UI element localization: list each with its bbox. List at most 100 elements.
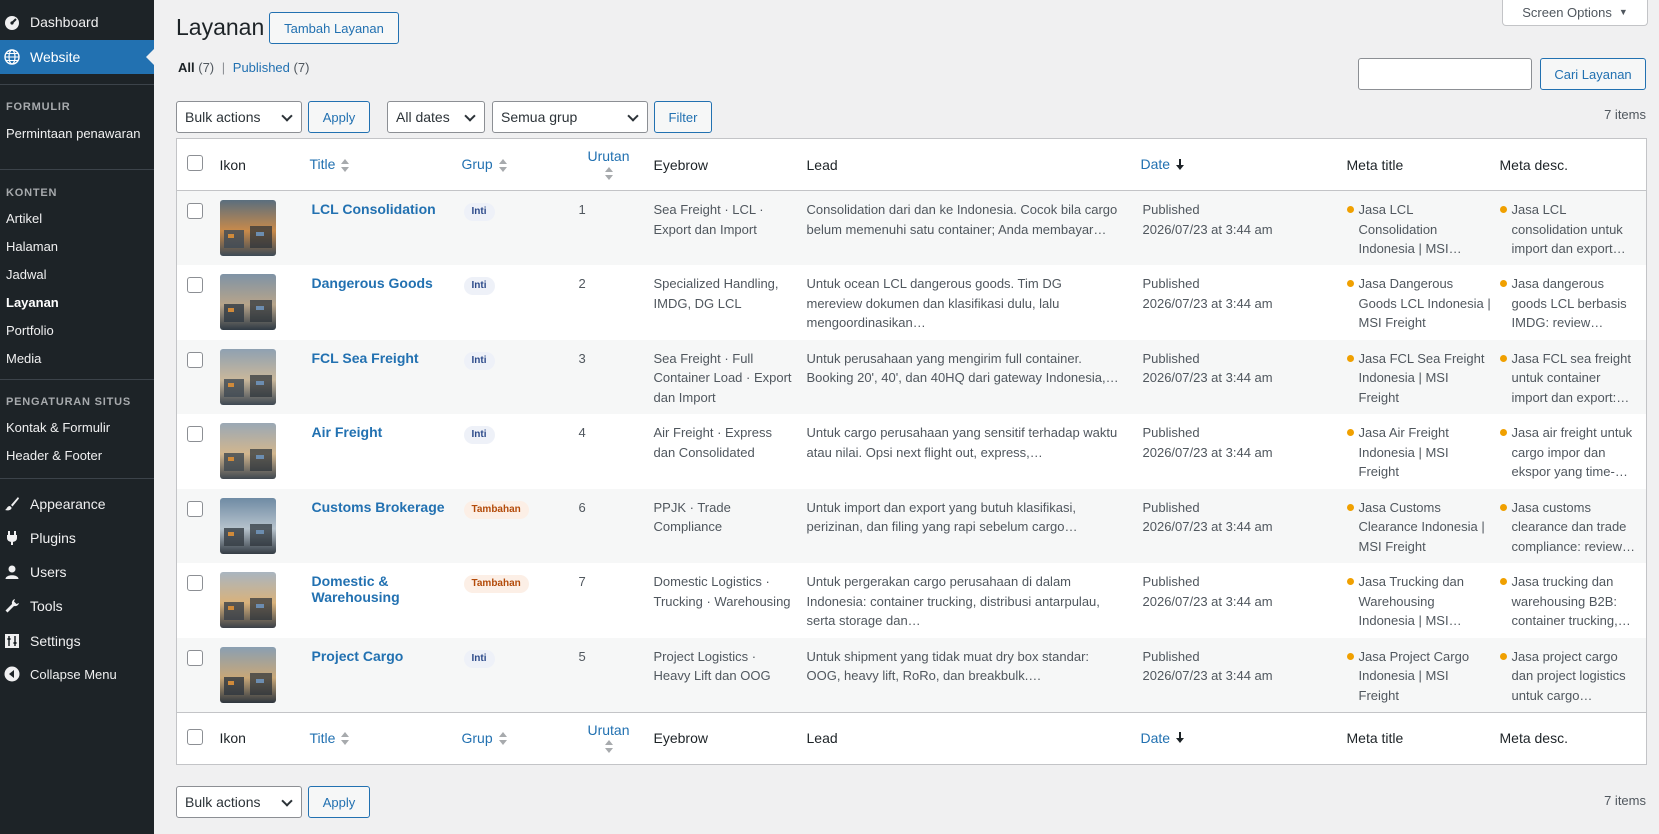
row-title-link[interactable]: Dangerous Goods xyxy=(310,275,462,291)
sidebar-item-artikel[interactable]: Artikel xyxy=(6,210,146,228)
column-title[interactable]: Title xyxy=(309,711,462,764)
admin-sidebar: Dashboard Website FORMULIR Permintaan pe… xyxy=(0,0,154,834)
menu-tools[interactable]: Tools xyxy=(0,589,154,623)
column-grup[interactable]: Grup xyxy=(461,138,572,191)
select-all-checkbox[interactable] xyxy=(187,155,203,171)
row-title-link[interactable]: Air Freight xyxy=(310,424,462,440)
column-date-link[interactable]: Date xyxy=(1141,156,1171,172)
column-urutan[interactable]: Urutan xyxy=(571,138,646,191)
table-row: FCL Sea Freight Inti 3 Sea Freight · Full C… xyxy=(176,339,1647,415)
column-grup-link[interactable]: Grup xyxy=(462,156,493,172)
bulk-actions-value: Bulk actions xyxy=(185,794,261,810)
add-layanan-button[interactable]: Tambah Layanan xyxy=(269,12,399,44)
date-cell: Published 2026/07/23 at 3:44 am xyxy=(1141,340,1347,415)
service-thumbnail-image xyxy=(219,423,276,479)
menu-plugins[interactable]: Plugins xyxy=(0,521,154,555)
column-urutan-link[interactable]: Urutan xyxy=(587,722,629,738)
row-title-link[interactable]: LCL Consolidation xyxy=(310,201,462,217)
menu-divider xyxy=(0,169,154,170)
post-status: Published xyxy=(1142,276,1200,291)
section-pengaturan: PENGATURAN SITUS xyxy=(6,396,132,408)
meta-desc-cell: Jasa LCL consolidation untuk import dan … xyxy=(1499,191,1647,266)
ikon-cell xyxy=(219,340,310,415)
date-cell: Published 2026/07/23 at 3:44 am xyxy=(1141,414,1347,489)
menu-appearance-label: Appearance xyxy=(30,496,106,512)
search-layanan-button[interactable]: Cari Layanan xyxy=(1540,58,1646,90)
column-grup[interactable]: Grup xyxy=(461,711,572,764)
dates-select-value: All dates xyxy=(396,109,450,125)
service-thumbnail-image xyxy=(219,274,276,330)
column-grup-link[interactable]: Grup xyxy=(462,730,493,746)
row-checkbox[interactable] xyxy=(187,649,203,666)
sort-desc-icon xyxy=(1176,158,1185,173)
menu-settings[interactable]: Settings xyxy=(0,624,154,658)
menu-website[interactable]: Website xyxy=(0,40,154,74)
menu-dashboard[interactable]: Dashboard xyxy=(0,5,154,39)
menu-plugins-label: Plugins xyxy=(30,530,76,546)
sidebar-item-media[interactable]: Media xyxy=(6,350,146,368)
table-row: Project Cargo Inti 5 Project Logistics · He… xyxy=(176,637,1647,713)
column-eyebrow: Eyebrow xyxy=(645,711,799,764)
sidebar-item-layanan[interactable]: Layanan xyxy=(6,294,146,312)
row-checkbox-cell xyxy=(177,563,220,638)
filter-all-link[interactable]: All xyxy=(178,60,195,75)
bulk-actions-select-bottom[interactable]: Bulk actions xyxy=(176,786,302,818)
group-select[interactable]: Semua grup xyxy=(492,101,648,133)
row-checkbox[interactable] xyxy=(187,500,203,517)
column-date[interactable]: Date xyxy=(1140,711,1347,764)
sidebar-item-portfolio[interactable]: Portfolio xyxy=(6,322,146,340)
search-input[interactable] xyxy=(1358,58,1532,90)
row-checkbox[interactable] xyxy=(187,203,203,219)
meta-title-cell: Jasa Trucking dan Warehousing Indonesia … xyxy=(1346,563,1500,638)
row-title-link[interactable]: Domestic & Warehousing xyxy=(310,573,462,605)
apply-button-top[interactable]: Apply xyxy=(308,101,370,133)
service-thumbnail-image xyxy=(219,572,276,628)
column-date-link[interactable]: Date xyxy=(1141,730,1171,746)
row-checkbox[interactable] xyxy=(187,351,203,368)
row-checkbox-cell xyxy=(177,638,220,713)
meta-title-text: Jasa Customs Clearance Indonesia | MSI F… xyxy=(1346,498,1492,557)
urutan-cell: 4 xyxy=(578,425,586,440)
row-title-link[interactable]: Project Cargo xyxy=(310,648,462,664)
sort-icon xyxy=(341,732,350,746)
select-all-checkbox-footer[interactable] xyxy=(187,728,203,745)
sidebar-item-kontak[interactable]: Kontak & Formulir xyxy=(6,419,146,437)
row-checkbox[interactable] xyxy=(187,277,203,293)
filter-button[interactable]: Filter xyxy=(654,101,712,133)
lead-cell: Untuk cargo perusahaan yang sensitif ter… xyxy=(806,425,1118,460)
sidebar-item-halaman[interactable]: Halaman xyxy=(6,238,146,256)
grup-cell: Inti xyxy=(462,638,572,713)
date-cell: Published 2026/07/23 at 3:44 am xyxy=(1141,489,1347,564)
screen-options-button[interactable]: Screen Options ▼ xyxy=(1502,0,1648,26)
apply-button-bottom[interactable]: Apply xyxy=(308,786,370,818)
bulk-actions-value: Bulk actions xyxy=(185,109,261,125)
menu-users[interactable]: Users xyxy=(0,555,154,589)
grup-cell: Tambahan xyxy=(462,489,572,564)
dates-select[interactable]: All dates xyxy=(387,101,485,133)
column-title-link[interactable]: Title xyxy=(310,156,336,172)
collapse-menu-button[interactable]: Collapse Menu xyxy=(0,657,154,691)
menu-appearance[interactable]: Appearance xyxy=(0,487,154,521)
grup-badge: Inti xyxy=(463,203,495,221)
column-urutan-link[interactable]: Urutan xyxy=(587,148,629,164)
column-title-link[interactable]: Title xyxy=(310,730,336,746)
row-title-link[interactable]: FCL Sea Freight xyxy=(310,350,462,366)
column-date[interactable]: Date xyxy=(1140,138,1347,191)
table-row: Domestic & Warehousing Tambahan 7 Domestic … xyxy=(177,563,1647,638)
column-urutan[interactable]: Urutan xyxy=(571,711,646,764)
column-meta-title: Meta title xyxy=(1346,138,1500,191)
sidebar-item-header-footer[interactable]: Header & Footer xyxy=(6,447,146,465)
eyebrow-cell: Air Freight · Express dan Consolidated xyxy=(653,425,772,460)
urutan-cell: 3 xyxy=(578,350,586,366)
column-title[interactable]: Title xyxy=(309,138,462,191)
row-title-link[interactable]: Customs Brokerage xyxy=(310,499,462,515)
title-cell: Customs Brokerage xyxy=(310,489,462,564)
filter-published-link[interactable]: Published xyxy=(233,60,290,75)
sidebar-item-permintaan[interactable]: Permintaan penawaran xyxy=(6,125,146,143)
service-thumbnail-image xyxy=(219,348,276,405)
row-checkbox[interactable] xyxy=(187,426,203,442)
meta-title-text: Jasa FCL Sea Freight Indonesia | MSI Fre… xyxy=(1346,349,1492,408)
bulk-actions-select-top[interactable]: Bulk actions xyxy=(176,101,302,133)
row-checkbox[interactable] xyxy=(187,575,203,591)
sidebar-item-jadwal[interactable]: Jadwal xyxy=(6,266,146,284)
